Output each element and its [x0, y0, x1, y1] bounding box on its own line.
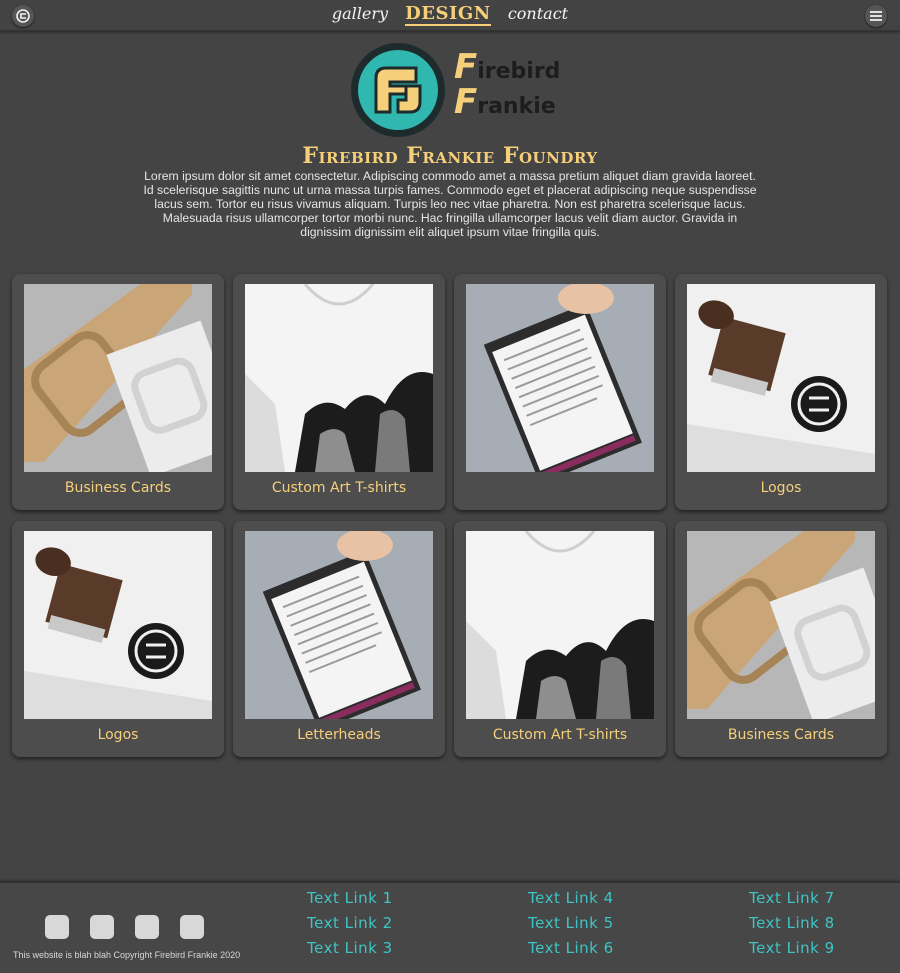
- card-label: Custom Art T-shirts: [271, 480, 407, 496]
- footer-link[interactable]: Text Link 2: [307, 914, 393, 932]
- footer-link[interactable]: Text Link 1: [307, 889, 393, 907]
- tshirt-mockup-image: [466, 531, 654, 719]
- portfolio-card-business-cards-2[interactable]: Business Cards: [675, 521, 887, 757]
- card-label: Business Cards: [727, 727, 835, 743]
- footer-link[interactable]: Text Link 3: [307, 939, 393, 957]
- letterhead-mockup-image: [466, 284, 654, 472]
- footer-link[interactable]: Text Link 9: [749, 939, 835, 957]
- tshirt-mockup-image: [245, 284, 433, 472]
- social-icon[interactable]: [45, 915, 69, 939]
- portfolio-card-logos-2[interactable]: Logos: [12, 521, 224, 757]
- page-description: Lorem ipsum dolor sit amet consectetur. …: [143, 169, 757, 239]
- portfolio-card-letterheads-2[interactable]: Letterheads: [233, 521, 445, 757]
- foundry-emblem-icon: [351, 43, 445, 137]
- business-card-mockup-image: [687, 531, 875, 719]
- menu-icon[interactable]: [865, 5, 887, 27]
- page-title: Firebird Frankie Foundry: [302, 143, 598, 169]
- nav-design[interactable]: DESIGN: [405, 4, 491, 26]
- brand-wordmark: Firebird Frankie: [454, 47, 561, 122]
- card-label: Logos: [760, 480, 802, 496]
- stamp-mockup-image: [687, 284, 875, 472]
- footer-link[interactable]: Text Link 5: [528, 914, 614, 932]
- card-label: Custom Art T-shirts: [492, 727, 628, 743]
- business-card-mockup-image: [24, 284, 212, 472]
- portfolio-card-tshirts[interactable]: Custom Art T-shirts: [233, 274, 445, 510]
- footer-link[interactable]: Text Link 7: [749, 889, 835, 907]
- stamp-mockup-image: [24, 531, 212, 719]
- card-label: Logos: [97, 727, 139, 743]
- site-footer: This website is blah blah Copyright Fire…: [0, 882, 900, 973]
- nav-gallery[interactable]: gallery: [332, 4, 388, 23]
- card-label: Letterheads: [297, 727, 381, 743]
- copyright-text: This website is blah blah Copyright Fire…: [13, 950, 241, 960]
- footer-link[interactable]: Text Link 6: [528, 939, 614, 957]
- social-icon[interactable]: [90, 915, 114, 939]
- portfolio-card-letterheads-1[interactable]: [454, 274, 666, 510]
- social-icon[interactable]: [135, 915, 159, 939]
- main-nav: gallery DESIGN contact: [0, 4, 900, 26]
- portfolio-card-business-cards[interactable]: Business Cards: [12, 274, 224, 510]
- letterhead-mockup-image: [245, 531, 433, 719]
- portfolio-card-tshirts-2[interactable]: Custom Art T-shirts: [454, 521, 666, 757]
- footer-link[interactable]: Text Link 4: [528, 889, 614, 907]
- nav-contact[interactable]: contact: [508, 4, 568, 23]
- top-bar: gallery DESIGN contact: [0, 0, 900, 31]
- footer-link[interactable]: Text Link 8: [749, 914, 835, 932]
- social-icon[interactable]: [180, 915, 204, 939]
- portfolio-card-logos-1[interactable]: Logos: [675, 274, 887, 510]
- brand-logo: Firebird Frankie: [350, 42, 570, 138]
- card-label: Business Cards: [64, 480, 172, 496]
